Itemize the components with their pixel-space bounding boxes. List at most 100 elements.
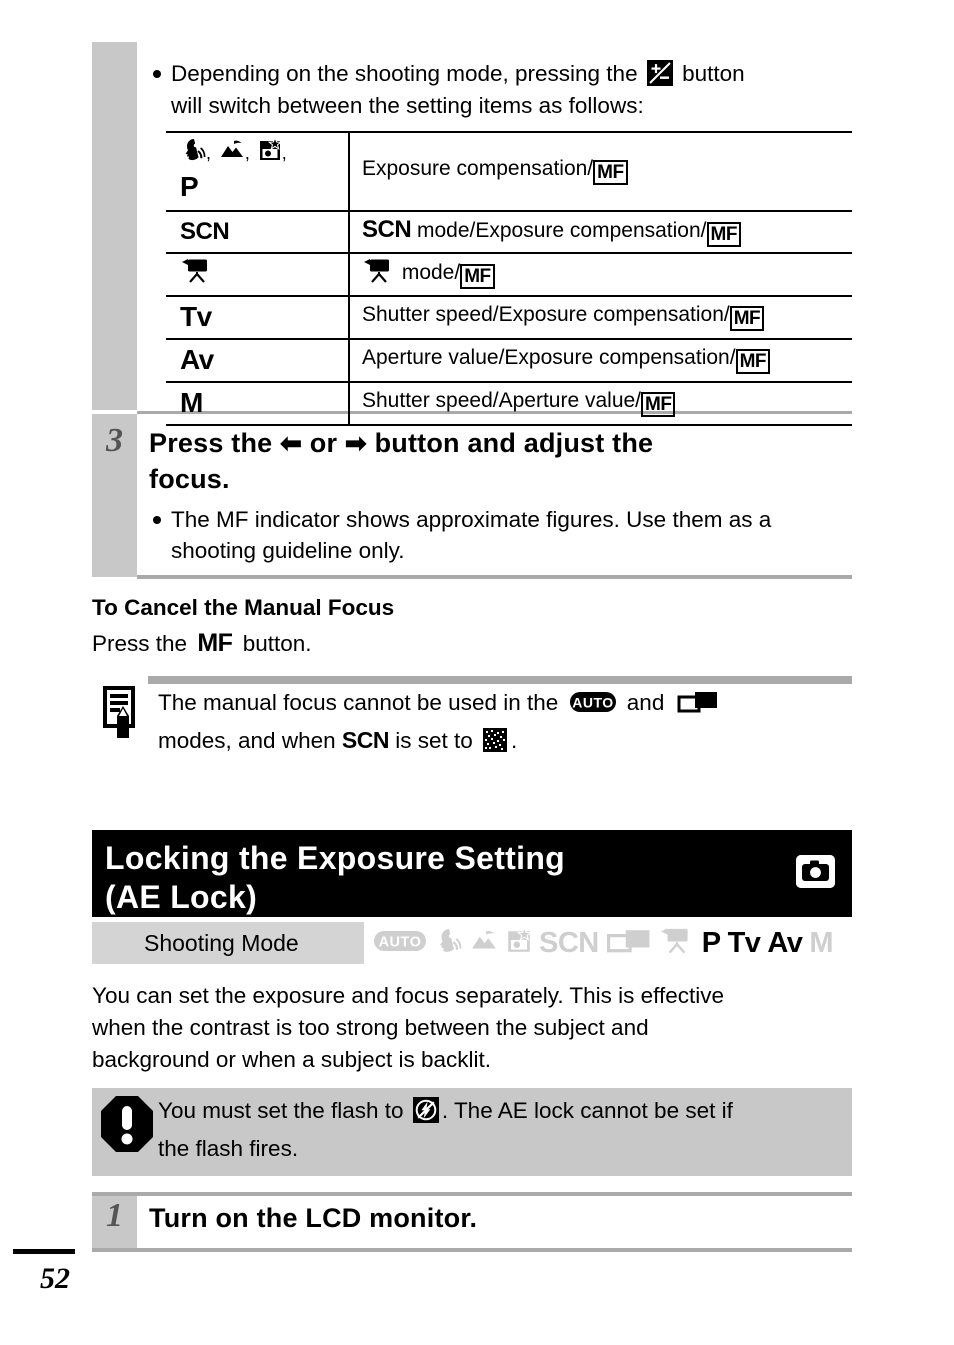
memo-note-icon (101, 684, 143, 747)
mode-label-m: M (180, 387, 203, 418)
camera-icon (796, 855, 835, 888)
stitch-assist-icon (677, 689, 719, 724)
memo-scn-label: SCN (341, 727, 390, 753)
mf-boxed-icon: MF (460, 264, 495, 289)
fireworks-scene-icon (483, 728, 508, 761)
bullet-text-after-icon: button (682, 61, 745, 86)
table-cell-description: Exposure compensation/MF (349, 131, 852, 211)
right-arrow-icon: ➡ (344, 428, 367, 458)
portrait-icon (180, 137, 206, 172)
mf-icon: MF (197, 629, 233, 657)
section-header-band: Locking the Exposure Setting (AE Lock) (92, 830, 852, 917)
step-3-bullet-line2: shooting guideline only. (171, 538, 405, 563)
table-cell-description: mode/MF (349, 252, 852, 296)
flash-off-icon (412, 1097, 439, 1132)
memo-note-line1: The manual focus cannot be used in the A… (158, 686, 858, 724)
exposure-compensation-icon (646, 60, 673, 86)
memo-note-line2: modes, and when SCN is set to . (158, 724, 858, 761)
landscape-mode-icon (469, 927, 499, 960)
cancel-text-before: Press the (92, 631, 188, 656)
landscape-icon (219, 137, 245, 172)
row6-description: Shutter speed/Aperture value/ (362, 389, 642, 412)
table-cell-mode: M (166, 381, 350, 426)
night-snapshot-mode-icon (506, 926, 533, 960)
caution-exclamation-icon (99, 1094, 155, 1159)
manual-page: Depending on the shooting mode, pressing… (0, 0, 954, 1345)
table-row: Tv Shutter speed/Exposure compensation/M… (166, 295, 852, 339)
step-3-heading-part2: button and adjust the (374, 428, 654, 458)
av-mode-label: Av (767, 926, 803, 959)
divider-above-step1 (92, 1192, 852, 1196)
memo-line1-a: The manual focus cannot be used in the (158, 690, 559, 715)
memo-line2-c: . (511, 728, 518, 753)
shooting-mode-switch-table: , , , P Exposure compensation/ MF SCN SC… (166, 131, 852, 426)
intro-line3: background or when a subject is backlit. (92, 1047, 491, 1072)
table-row: M Shutter speed/Aperture value/MF (166, 381, 852, 426)
svg-text:AUTO: AUTO (379, 934, 422, 950)
caution-text: You must set the flash to . The AE lock … (158, 1094, 858, 1165)
memo-note-top-rule (148, 676, 852, 684)
step-3-heading-or: or (309, 428, 338, 458)
memo-line2-a: modes, and when (158, 728, 336, 753)
comma-3: , (281, 143, 287, 163)
section-title-line2: (AE Lock) (105, 879, 258, 915)
table-cell-description: Aperture value/Exposure compensation/MF (349, 338, 852, 382)
memo-note-text: The manual focus cannot be used in the A… (158, 686, 858, 761)
mode-label-av: Av (180, 344, 214, 375)
mode-switch-bullet: Depending on the shooting mode, pressing… (149, 58, 871, 121)
step-1-heading: Turn on the LCD monitor. (149, 1203, 478, 1233)
table-cell-mode (166, 252, 350, 296)
comma-1: , (206, 143, 212, 163)
table-cell-mode: Av (166, 338, 350, 382)
table-cell-mode: Tv (166, 295, 350, 339)
caution-line1-a: You must set the flash to (158, 1098, 404, 1123)
step-3-bullet-line1: The MF indicator shows approximate figur… (171, 507, 772, 532)
shooting-mode-label: Shooting Mode (92, 922, 364, 964)
step-3-heading: Press the ⬅ or ➡ button and adjust the f… (149, 425, 849, 497)
movie-icon (362, 258, 396, 290)
row3-description: mode/ (396, 261, 461, 284)
memo-line2-b: is set to (395, 728, 473, 753)
mode-label-tv: Tv (180, 301, 212, 332)
row5-description: Aperture value/Exposure compensation/ (362, 346, 736, 369)
left-arrow-icon: ⬅ (280, 428, 303, 458)
mode-label-p: P (180, 171, 199, 202)
intro-line2: when the contrast is too strong between … (92, 1015, 649, 1040)
section-title: Locking the Exposure Setting (AE Lock) (92, 830, 852, 917)
table-cell-description: Shutter speed/Aperture value/MF (349, 381, 852, 426)
scn-inline-label: SCN (362, 216, 412, 243)
mode-label-scn: SCN (180, 217, 230, 245)
table-cell-description: Shutter speed/Exposure compensation/MF (349, 295, 852, 339)
mf-boxed-icon: MF (729, 306, 765, 331)
auto-mode-icon: AUTO (569, 689, 617, 724)
mf-boxed-icon: MF (706, 222, 741, 247)
step-3-number: 3 (106, 422, 123, 459)
portrait-mode-icon (434, 927, 462, 960)
auto-mode-icon: AUTO (373, 928, 427, 959)
step-3-heading-line2: focus. (149, 464, 230, 494)
intro-line1: You can set the exposure and focus separ… (92, 983, 725, 1008)
memo-line1-b: and (626, 690, 665, 715)
caution-line2: the flash fires. (158, 1136, 299, 1161)
step-3-heading-part1: Press the (149, 428, 273, 458)
table-cell-mode: , , , P (166, 131, 350, 211)
page-number-rule (13, 1249, 75, 1254)
shooting-mode-strip: Shooting Mode AUTO SCN P Tv Av M (92, 922, 852, 964)
row4-description: Shutter speed/Exposure compensation/ (362, 303, 730, 326)
svg-text:AUTO: AUTO (572, 695, 613, 711)
cancel-manual-focus-text: Press the MF button. (92, 627, 792, 660)
program-mode-label: P (701, 926, 721, 959)
row1-description: Exposure compensation/ (362, 157, 594, 180)
table-row: mode/MF (166, 252, 852, 296)
tv-mode-label: Tv (727, 926, 761, 959)
table-cell-description: SCN mode/Exposure compensation/MF (349, 210, 852, 253)
table-row: Av Aperture value/Exposure compensation/… (166, 338, 852, 382)
shooting-mode-icons: AUTO SCN P Tv Av M (364, 922, 852, 964)
mf-boxed-icon: MF (735, 349, 770, 374)
stitch-assist-mode-icon (606, 927, 652, 960)
row2-description: mode/Exposure compensation/ (411, 219, 707, 242)
bullet-text-before-icon: Depending on the shooting mode, pressing… (171, 61, 638, 86)
mf-boxed-icon: MF (593, 160, 628, 185)
scn-mode-label: SCN (539, 926, 599, 959)
manual-mode-label: M (809, 926, 834, 959)
